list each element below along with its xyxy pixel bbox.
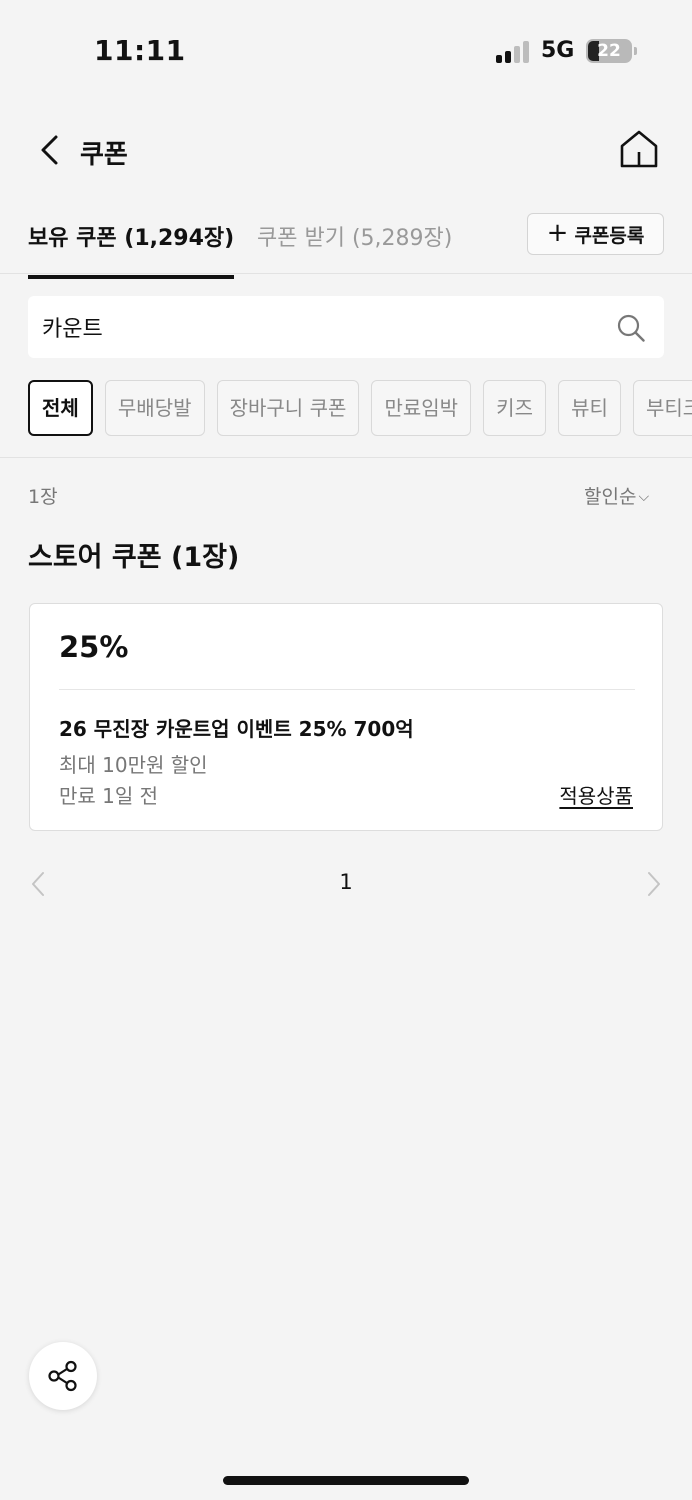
chip-kids[interactable]: 키즈 (483, 380, 546, 436)
coupon-count: 1장 (28, 486, 58, 508)
search-input[interactable] (42, 296, 602, 358)
chip-expiring-soon[interactable]: 만료임박 (371, 380, 472, 436)
chip-cart-coupon[interactable]: 장바구니 쿠폰 (216, 380, 360, 436)
header: 쿠폰 (0, 110, 692, 190)
page-title: 쿠폰 (80, 140, 128, 170)
coupon-expiry: 만료 1일 전 (59, 784, 159, 808)
filter-chips: 전체 무배당발 장바구니 쿠폰 만료임박 키즈 뷰티 부티크 (28, 380, 692, 436)
coupon-name: 26 무진장 카운트업 이벤트 25% 700억 (59, 717, 414, 741)
back-button[interactable] (34, 132, 68, 168)
chip-boutique[interactable]: 부티크 (632, 380, 692, 436)
chip-beauty[interactable]: 뷰티 (558, 380, 621, 436)
register-coupon-button[interactable]: + 쿠폰등록 (527, 213, 664, 255)
coupon-card[interactable]: 25% 26 무진장 카운트업 이벤트 25% 700억 최대 10만원 할인 … (29, 603, 663, 831)
battery-level: 22 (597, 41, 621, 61)
sort-dropdown[interactable]: 할인순 ⌵ (584, 482, 649, 509)
battery-icon: 22 (586, 39, 637, 63)
network-type: 5G (541, 38, 575, 63)
home-button[interactable] (618, 128, 660, 170)
register-coupon-label: 쿠폰등록 (574, 224, 645, 247)
sort-label: 할인순 (584, 486, 637, 508)
page-number[interactable]: 1 (0, 870, 692, 894)
plus-icon: + (546, 218, 569, 248)
coupon-divider (59, 689, 635, 690)
chevron-down-icon: ⌵ (638, 489, 650, 505)
tab-receive-coupons[interactable]: 쿠폰 받기 (5,289장) (257, 220, 452, 252)
screen: 11:11 5G 22 쿠폰 보유 쿠폰 (1,294장) 쿠폰 받기 (5,2… (0, 0, 692, 1500)
chevron-left-icon (41, 135, 58, 165)
applicable-products-link[interactable]: 적용상품 (559, 780, 633, 809)
coupon-max-discount: 최대 10만원 할인 (59, 753, 208, 777)
coupon-discount: 25% (59, 630, 129, 664)
section-title: 스토어 쿠폰 (1장) (28, 542, 240, 573)
chevron-right-icon[interactable] (644, 870, 664, 898)
search-icon[interactable] (616, 313, 646, 343)
chip-free-shipping[interactable]: 무배당발 (104, 380, 205, 436)
signal-icon (496, 41, 532, 63)
coupon-tabs: 보유 쿠폰 (1,294장) 쿠폰 받기 (5,289장) + 쿠폰등록 (0, 206, 692, 279)
tab-owned-coupons[interactable]: 보유 쿠폰 (1,294장) (28, 220, 235, 279)
home-indicator (223, 1476, 469, 1485)
status-bar: 11:11 5G 22 (0, 0, 692, 100)
share-button[interactable] (29, 1342, 97, 1410)
home-icon (620, 130, 658, 168)
divider (0, 457, 692, 458)
status-time: 11:11 (94, 34, 186, 67)
search-box (28, 296, 664, 358)
chip-all[interactable]: 전체 (28, 380, 93, 436)
share-icon (48, 1360, 77, 1392)
